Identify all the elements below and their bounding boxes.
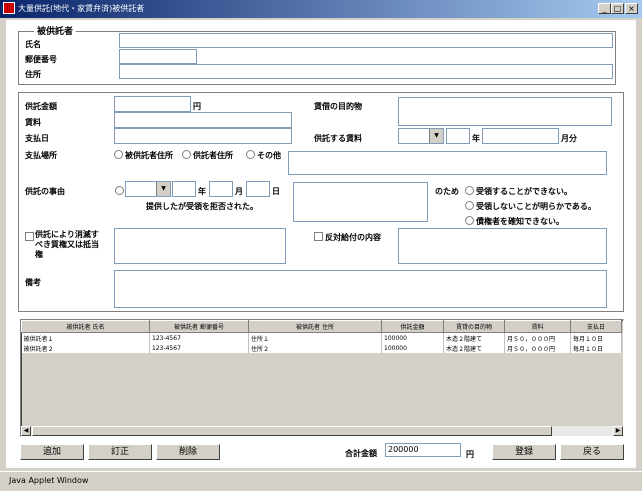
address-label: 住所 [25,70,41,79]
rent-month-input[interactable] [482,128,559,144]
back-button[interactable]: 戻る [560,444,624,460]
rent-label: 賃料 [25,118,41,127]
reason-day-label: 日 [272,187,280,196]
scroll-thumb[interactable] [32,426,552,436]
address-input[interactable] [119,64,613,79]
cell: 木造２階建て [443,332,505,343]
amount-label: 供託金額 [25,102,57,111]
rent-month-label: 月分 [561,134,577,143]
refused-text: 提供したが受領を拒否された。 [146,202,258,211]
delete-button[interactable]: 削除 [156,444,220,460]
reason-year-label: 年 [198,187,206,196]
cell: 100000 [381,343,444,353]
register-button[interactable]: 登録 [492,444,556,460]
reason-month-label: 月 [235,187,243,196]
name-label: 氏名 [25,40,41,49]
scroll-right-icon[interactable]: ▶ [613,426,623,436]
payee-table: 被供託者 氏名 被供託者 郵便番号 被供託者 住所 供託金額 賃貸の目的物 賃料… [21,320,622,353]
amount-input[interactable] [114,96,191,112]
app-icon [3,2,15,14]
col-amount[interactable]: 供託金額 [381,320,444,333]
reason-label: 供託の事由 [25,187,65,196]
total-label: 合計金額 [345,449,377,458]
col-rent[interactable]: 賃料 [504,320,571,333]
cell: 毎月１０日 [570,343,622,353]
counter-textarea[interactable] [398,228,607,264]
payday-label: 支払日 [25,134,49,143]
rent-input[interactable] [114,112,292,128]
horizontal-scrollbar[interactable]: ◀ ▶ [21,426,623,436]
window-title: 大量供託(地代・家賃弁済)被供託者 [18,4,145,13]
rent-year-label: 年 [472,134,480,143]
reason-era-select[interactable]: ▼ [125,181,171,197]
rent-era-select[interactable]: ▼ [398,128,444,144]
reason-for-label: のため [435,187,459,196]
cell: 被供託者１ [21,332,150,343]
extinct-checkbox[interactable] [25,232,34,241]
postal-label: 郵便番号 [25,55,57,64]
cell: 木造２階建て [443,343,505,353]
table-row[interactable]: 被供託者２ 123-4567 住所２ 100000 木造２階建て 月５０，０００… [21,343,622,353]
col-purpose[interactable]: 賃貸の目的物 [443,320,505,333]
add-button[interactable]: 追加 [20,444,84,460]
table-header-row: 被供託者 氏名 被供託者 郵便番号 被供託者 住所 供託金額 賃貸の目的物 賃料… [21,320,622,333]
cell: 住所２ [248,343,382,353]
reason-radio-refused[interactable] [115,186,124,195]
purpose-textarea[interactable] [398,97,612,126]
cell: 月５０，０００円 [504,332,571,343]
chevron-down-icon: ▼ [429,129,443,143]
reason-day-input[interactable] [246,181,270,197]
status-bar: Java Applet Window [0,471,642,491]
remarks-textarea[interactable] [114,270,607,308]
reason-textarea[interactable] [293,182,428,222]
place-radio-payee[interactable]: 被供託者住所 [114,150,173,161]
target-rent-label: 供託する賃料 [314,134,362,143]
name-input[interactable] [119,33,613,48]
cell: 123-4567 [149,343,249,353]
reason-month-input[interactable] [209,181,233,197]
remarks-label: 備考 [25,278,41,287]
close-button[interactable]: × [625,3,638,14]
cell: 被供託者２ [21,343,150,353]
reason-radio-unknown-creditor[interactable]: 債権者を確知できない。 [465,216,564,227]
table-row[interactable]: 被供託者１ 123-4567 住所１ 100000 木造２階建て 月５０，０００… [21,332,622,343]
col-name[interactable]: 被供託者 氏名 [21,320,150,333]
extinct-textarea[interactable] [114,228,286,264]
payday-input[interactable] [114,128,292,144]
col-postal[interactable]: 被供託者 郵便番号 [149,320,249,333]
col-address[interactable]: 被供託者 住所 [248,320,382,333]
reason-radio-unable[interactable]: 受領することができない。 [465,186,572,197]
place-radio-other[interactable]: その他 [246,150,281,161]
reason-year-input[interactable] [172,181,196,197]
place-radio-depositor[interactable]: 供託者住所 [182,150,233,161]
minimize-button[interactable]: _ [598,3,611,14]
total-yen: 円 [466,450,474,459]
cell: 100000 [381,332,444,343]
amount-yen: 円 [193,102,201,111]
title-bar: 大量供託(地代・家賃弁済)被供託者 _ □ × [0,0,642,18]
maximize-button[interactable]: □ [611,3,624,14]
cell: 住所１ [248,332,382,343]
edit-button[interactable]: 訂正 [88,444,152,460]
counter-checkbox[interactable] [314,232,323,241]
chevron-down-icon: ▼ [156,182,170,196]
total-amount-field: 200000 [385,443,461,457]
place-label: 支払場所 [25,151,57,160]
place-other-input[interactable] [288,151,607,175]
extinct-label: 供託により消滅すべき質権又は抵当権 [35,230,99,259]
col-payday[interactable]: 支払日 [570,320,622,333]
cell: 月５０，０００円 [504,343,571,353]
postal-input[interactable] [119,49,197,64]
rent-year-input[interactable] [446,128,470,144]
purpose-label: 賃借の目的物 [314,102,362,111]
status-text: Java Applet Window [9,476,89,485]
scroll-left-icon[interactable]: ◀ [21,426,31,436]
cell: 毎月１０日 [570,332,622,343]
reason-radio-refuse-clear[interactable]: 受領しないことが明らかである。 [465,201,596,212]
counter-label: 反対給付の内容 [325,233,381,242]
payee-legend: 被供託者 [34,24,77,37]
cell: 123-4567 [149,332,249,343]
